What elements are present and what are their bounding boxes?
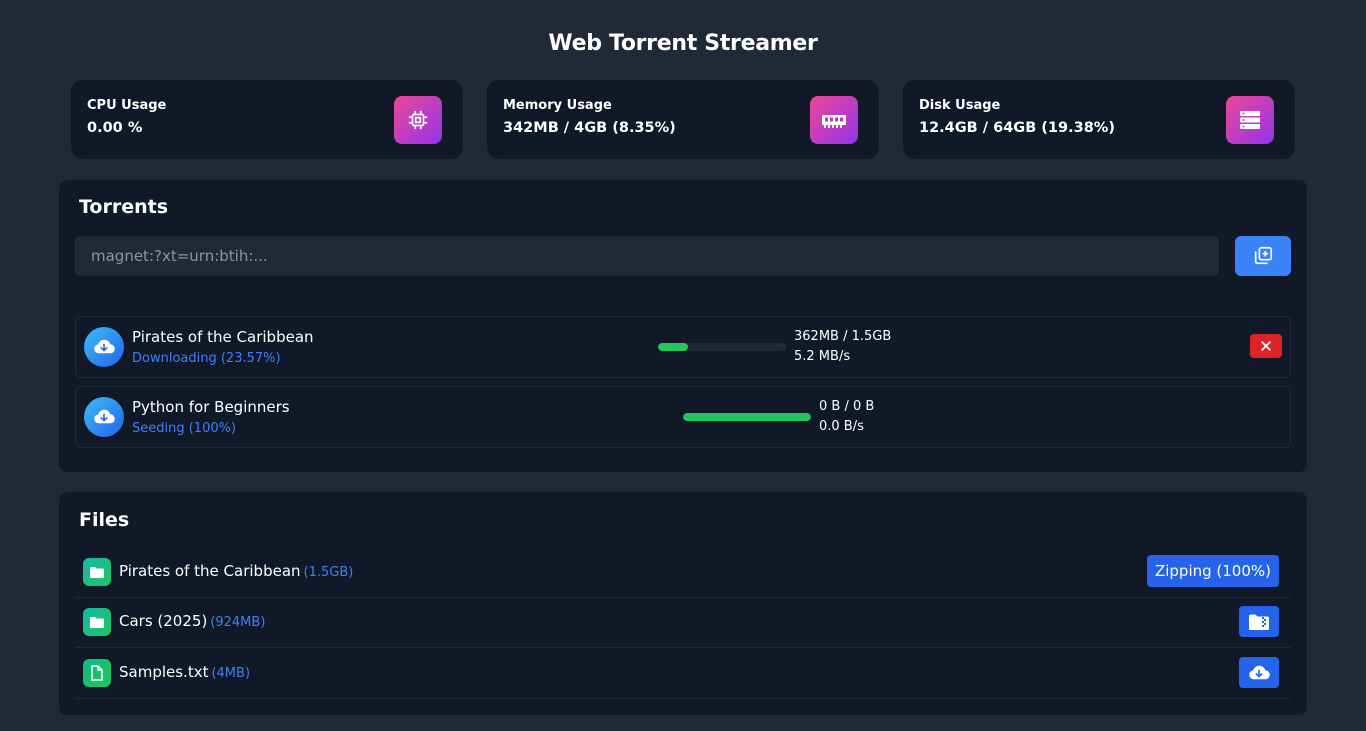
zip-folder-icon — [1249, 614, 1269, 630]
cloud-download-icon — [1249, 665, 1270, 679]
file-size: (924MB) — [210, 615, 266, 630]
cpu-icon — [394, 96, 442, 144]
zip-folder-button[interactable] — [1239, 606, 1279, 637]
stat-label: Memory Usage — [503, 98, 612, 113]
torrent-row[interactable]: Pirates of the Caribbean Downloading (23… — [75, 316, 1291, 378]
torrent-speed: 5.2 MB/s — [794, 349, 851, 364]
stat-value: 342MB / 4GB (8.35%) — [503, 120, 676, 136]
file-row[interactable]: Pirates of the Caribbean (1.5GB) Zipping … — [75, 547, 1291, 598]
file-name: Samples.txt — [119, 663, 209, 681]
torrent-speed: 0.0 B/s — [819, 419, 864, 434]
disk-icon — [1226, 96, 1274, 144]
file-name-wrap: Cars (2025) (924MB) — [119, 612, 265, 630]
zipping-button[interactable]: Zipping (100%) — [1146, 555, 1279, 587]
magnet-input[interactable] — [75, 236, 1219, 276]
file-name-wrap: Pirates of the Caribbean (1.5GB) — [119, 562, 353, 580]
torrent-name: Python for Beginners — [132, 398, 290, 416]
torrent-progress-fill — [683, 413, 811, 421]
memory-icon — [810, 96, 858, 144]
stat-label: CPU Usage — [87, 98, 167, 113]
download-file-button[interactable] — [1239, 657, 1279, 688]
stat-label: Disk Usage — [919, 98, 1001, 113]
files-panel: Files Pirates of the Caribbean (1.5GB) Zi… — [59, 492, 1307, 715]
stat-value: 0.00 % — [87, 120, 143, 136]
torrent-status: Downloading (23.57%) — [132, 351, 281, 366]
add-icon — [1254, 246, 1273, 265]
close-icon — [1261, 341, 1271, 351]
torrent-progress-bar — [658, 343, 786, 351]
file-size: (4MB) — [211, 666, 251, 681]
file-row[interactable]: Samples.txt (4MB) — [75, 648, 1291, 699]
torrent-row[interactable]: Python for Beginners Seeding (100%) 0 B … — [75, 386, 1291, 448]
remove-torrent-button[interactable] — [1250, 334, 1282, 358]
torrents-title: Torrents — [79, 196, 169, 218]
folder-icon — [83, 558, 111, 586]
disk-usage-card: Disk Usage 12.4GB / 64GB (19.38%) — [903, 80, 1295, 159]
memory-usage-card: Memory Usage 342MB / 4GB (8.35%) — [487, 80, 879, 159]
add-torrent-button[interactable] — [1235, 236, 1291, 276]
app-title: Web Torrent Streamer — [548, 31, 818, 56]
cpu-usage-card: CPU Usage 0.00 % — [71, 80, 463, 159]
file-name-wrap: Samples.txt (4MB) — [119, 663, 250, 681]
stat-value: 12.4GB / 64GB (19.38%) — [919, 120, 1115, 136]
cloud-download-icon — [84, 397, 124, 437]
file-name: Cars (2025) — [119, 612, 208, 630]
torrent-size: 362MB / 1.5GB — [794, 329, 892, 344]
cloud-download-icon — [84, 327, 124, 367]
file-name: Pirates of the Caribbean — [119, 562, 301, 580]
torrent-progress-bar — [683, 413, 811, 421]
torrents-panel: Torrents Pirates of the Caribbean Downlo… — [59, 180, 1307, 472]
torrent-status: Seeding (100%) — [132, 421, 237, 436]
files-title: Files — [79, 509, 130, 531]
torrent-progress-fill — [658, 343, 689, 351]
torrent-size: 0 B / 0 B — [819, 399, 875, 414]
file-size: (1.5GB) — [303, 565, 354, 580]
torrent-name: Pirates of the Caribbean — [132, 328, 314, 346]
file-row[interactable]: Cars (2025) (924MB) — [75, 597, 1291, 648]
folder-icon — [83, 608, 111, 636]
file-icon — [83, 659, 111, 687]
